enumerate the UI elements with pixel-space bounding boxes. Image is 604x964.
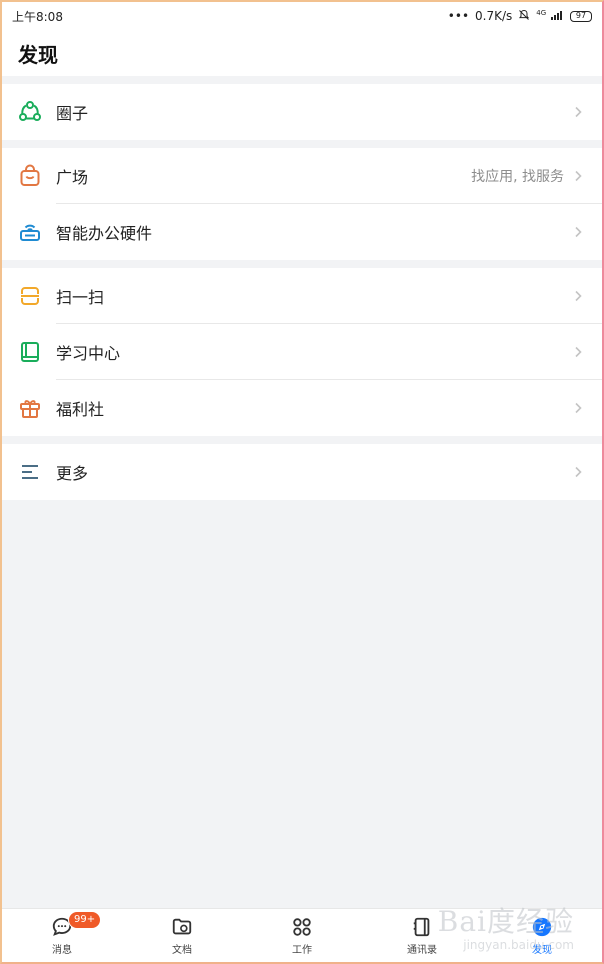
menu-item-label: 圈子 (56, 104, 89, 123)
apps-grid-icon (290, 915, 314, 939)
chevron-right-icon (572, 402, 584, 414)
chevron-right-icon (572, 290, 584, 302)
menu-item-label: 广场 (56, 168, 89, 187)
tab-label: 消息 (52, 945, 72, 956)
more-lines-icon (18, 460, 42, 484)
battery-indicator: 97 (570, 10, 592, 22)
menu-group-social: 圈子 (2, 84, 602, 140)
tab-label: 工作 (292, 945, 312, 956)
discover-icon (530, 915, 554, 939)
net-speed: 0.7K/s (475, 9, 513, 23)
menu-item-scan[interactable]: 扫一扫 (2, 268, 602, 324)
menu-item-label: 扫一扫 (56, 288, 105, 307)
shopping-bag-icon (18, 164, 42, 188)
tab-label: 文档 (172, 945, 192, 956)
menu-group-tools: 扫一扫 学习中心 福利社 (2, 268, 602, 436)
tab-label: 通讯录 (407, 945, 437, 956)
app-frame: 上午8:08 ••• 0.7K/s 4G 97 发现 圈子 广场 找应用, 找服… (0, 0, 604, 964)
menu-item-circle[interactable]: 圈子 (2, 84, 602, 140)
page-header: 发现 (2, 30, 602, 76)
book-icon (18, 340, 42, 364)
status-right-cluster: ••• 0.7K/s 4G 97 (448, 9, 592, 24)
scan-icon (18, 284, 42, 308)
menu-group-services: 广场 找应用, 找服务 智能办公硬件 (2, 148, 602, 260)
status-bar: 上午8:08 ••• 0.7K/s 4G 97 (2, 2, 602, 30)
page-title: 发现 (18, 42, 58, 67)
bottom-tab-bar: 99+ 消息 文档 工作 通讯录 发现 Bai度经验 jingyan.baidu… (2, 905, 602, 962)
tab-messages[interactable]: 99+ 消息 (2, 909, 122, 962)
network-type: 4G (536, 9, 547, 17)
tab-contacts[interactable]: 通讯录 (362, 909, 482, 962)
gift-icon (18, 396, 42, 420)
menu-item-welfare[interactable]: 福利社 (2, 380, 602, 436)
circle-network-icon (18, 100, 42, 124)
menu-item-label: 更多 (56, 464, 89, 483)
menu-item-label: 智能办公硬件 (56, 224, 153, 243)
menu-item-learning-center[interactable]: 学习中心 (2, 324, 602, 380)
unread-badge: 99+ (68, 911, 102, 929)
signal-icon: 4G (536, 9, 564, 23)
menu-item-more[interactable]: 更多 (2, 444, 602, 500)
folder-icon (170, 915, 194, 939)
menu-item-label: 福利社 (56, 400, 105, 419)
status-time: 上午8:08 (12, 9, 63, 24)
mute-bell-icon (518, 9, 530, 24)
chevron-right-icon (572, 170, 584, 182)
menu-item-plaza[interactable]: 广场 找应用, 找服务 (2, 148, 602, 204)
router-icon (18, 220, 42, 244)
tab-work[interactable]: 工作 (242, 909, 362, 962)
chevron-right-icon (572, 346, 584, 358)
chevron-right-icon (572, 466, 584, 478)
menu-item-smart-hardware[interactable]: 智能办公硬件 (2, 204, 602, 260)
chevron-right-icon (572, 106, 584, 118)
menu-group-more: 更多 (2, 444, 602, 500)
tab-documents[interactable]: 文档 (122, 909, 242, 962)
more-dots-icon: ••• (447, 9, 470, 23)
chevron-right-icon (572, 226, 584, 238)
menu-item-label: 学习中心 (56, 344, 121, 363)
menu-item-subtext: 找应用, 找服务 (471, 169, 564, 185)
tab-discover[interactable]: 发现 (482, 909, 602, 962)
contacts-icon (410, 915, 434, 939)
tab-label: 发现 (532, 945, 552, 956)
